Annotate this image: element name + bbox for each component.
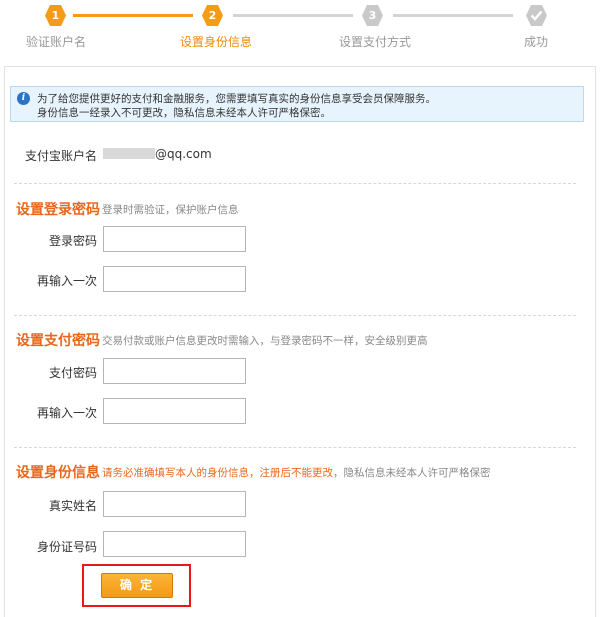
account-label: 支付宝账户名 <box>24 149 97 163</box>
step-2-number: 2 <box>208 9 217 22</box>
stepper-line-1 <box>73 14 193 17</box>
step-2-label: 设置身份信息 <box>180 35 253 49</box>
login-password-input[interactable] <box>103 226 246 252</box>
notice-line-1: 为了给您提供更好的支付和金融服务，您需要填写真实的身份信息享受会员保障服务。 <box>37 93 436 105</box>
confirm-button[interactable]: 确 定 <box>101 573 173 598</box>
pay-password-confirm-label: 再输入一次 <box>36 406 97 420</box>
step-3-label: 设置支付方式 <box>339 35 412 49</box>
step-3-icon: 3 <box>361 4 384 27</box>
stepper-line-2 <box>233 14 353 17</box>
login-password-title: 设置登录密码 <box>16 202 100 218</box>
account-value-suffix: @qq.com <box>155 147 212 161</box>
divider-3 <box>14 447 576 448</box>
id-number-label: 身份证号码 <box>36 540 97 554</box>
login-password-hint: 登录时需验证，保护账户信息 <box>102 204 239 216</box>
real-name-label: 真实姓名 <box>48 499 97 513</box>
divider-2 <box>14 315 576 316</box>
info-icon: i <box>17 92 30 105</box>
login-password-confirm-input[interactable] <box>103 266 246 292</box>
pay-password-label: 支付密码 <box>48 366 97 380</box>
info-notice: i 为了给您提供更好的支付和金融服务，您需要填写真实的身份信息享受会员保障服务。… <box>10 86 584 122</box>
identity-hint: 请务必准确填写本人的身份信息，注册后不能更改，隐私信息未经本人许可严格保密 <box>102 465 491 480</box>
step-1-label: 验证账户名 <box>26 35 87 49</box>
stepper-line-3 <box>393 14 513 17</box>
step-1-number: 1 <box>51 9 60 22</box>
identity-title: 设置身份信息 <box>16 465 100 481</box>
identity-hint-warning: 请务必准确填写本人的身份信息，注册后不能更改 <box>102 467 333 479</box>
step-2-icon: 2 <box>201 4 224 27</box>
step-1-icon: 1 <box>44 4 67 27</box>
id-number-input[interactable] <box>103 531 246 557</box>
identity-hint-rest: ，隐私信息未经本人许可严格保密 <box>333 467 491 479</box>
pay-password-input[interactable] <box>103 358 246 384</box>
divider-1 <box>14 183 576 184</box>
progress-stepper: 1 2 3 验证账户名 设置身份信息 设置支付方式 成功 <box>0 0 600 60</box>
notice-line-2: 身份信息一经录入不可更改，隐私信息未经本人许可严格保密。 <box>37 107 331 119</box>
pay-password-hint: 交易付款或账户信息更改时需输入，与登录密码不一样，安全级别更高 <box>102 335 428 347</box>
step-3-number: 3 <box>368 9 377 22</box>
login-password-label: 登录密码 <box>48 234 97 248</box>
login-password-confirm-label: 再输入一次 <box>36 274 97 288</box>
pay-password-confirm-input[interactable] <box>103 398 246 424</box>
pay-password-title: 设置支付密码 <box>16 333 100 349</box>
step-success-check-icon <box>525 4 548 27</box>
step-4-label: 成功 <box>524 35 549 49</box>
account-masked-value <box>103 148 155 159</box>
real-name-input[interactable] <box>103 491 246 517</box>
